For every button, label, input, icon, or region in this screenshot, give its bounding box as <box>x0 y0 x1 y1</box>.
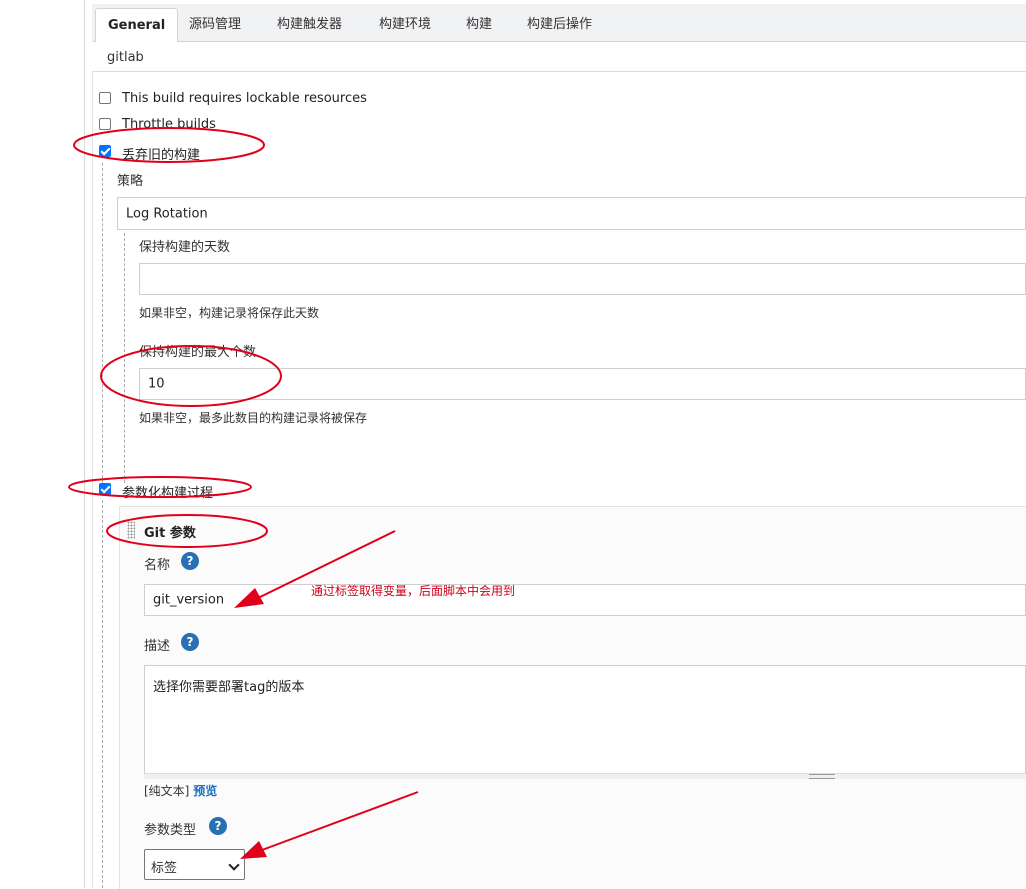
discard-old-builds-label: 丢弃旧的构建 <box>122 148 201 163</box>
param-type-label: 参数类型 <box>144 823 197 838</box>
days-to-keep-input[interactable] <box>139 263 1026 295</box>
param-type-value: 标签 <box>151 861 178 876</box>
max-builds-hint: 如果非空，最多此数目的构建记录将被保存 <box>139 411 368 425</box>
tab-build-environment[interactable]: 构建环境 <box>367 8 443 41</box>
git-parameter-title: Git 参数 <box>144 526 196 541</box>
help-icon[interactable]: ? <box>181 633 199 651</box>
tab-build-triggers[interactable]: 构建触发器 <box>265 8 354 41</box>
lockable-resources-label: This build requires lockable resources <box>122 91 367 106</box>
param-name-input[interactable]: git_version <box>144 584 1026 616</box>
preview-link[interactable]: 预览 <box>193 784 217 798</box>
help-icon[interactable]: ? <box>209 817 227 835</box>
param-type-select[interactable]: 标签 <box>144 849 245 880</box>
strategy-section-guide <box>124 233 125 483</box>
strategy-value: Log Rotation <box>126 206 208 221</box>
annotation-text: 通过标签取得变量，后面脚本中会用到 <box>311 584 516 598</box>
param-description-value: 选择你需要部署tag的版本 <box>153 680 305 695</box>
param-name-label: 名称 <box>144 558 171 573</box>
nested-section-guide <box>102 163 103 483</box>
format-prefix: [纯文本] <box>144 784 190 798</box>
resize-grip-icon[interactable] <box>809 774 835 779</box>
chevron-down-icon <box>228 859 240 871</box>
help-icon[interactable]: ? <box>181 552 199 570</box>
max-builds-label: 保持构建的最大个数 <box>139 345 257 360</box>
throttle-builds-label: Throttle builds <box>122 117 216 132</box>
strategy-select[interactable]: Log Rotation <box>117 197 1026 230</box>
tab-general[interactable]: General <box>95 8 179 43</box>
tab-post-build[interactable]: 构建后操作 <box>515 8 604 41</box>
config-tab-bar: General 源码管理 构建触发器 构建环境 构建 构建后操作 <box>92 4 1026 43</box>
days-to-keep-hint: 如果非空，构建记录将保存此天数 <box>139 306 320 320</box>
strategy-label: 策略 <box>117 174 144 189</box>
max-builds-input[interactable]: 10 <box>139 368 1026 400</box>
format-line: [纯文本] 预览 <box>144 782 217 799</box>
max-builds-value: 10 <box>148 376 165 392</box>
page-frame-line <box>92 40 93 888</box>
lockable-resources-checkbox[interactable] <box>99 92 111 104</box>
parameterized-build-checkbox[interactable] <box>99 483 111 495</box>
tab-source-code[interactable]: 源码管理 <box>177 8 253 41</box>
tab-build[interactable]: 构建 <box>454 8 504 41</box>
param-description-textarea[interactable]: 选择你需要部署tag的版本 <box>144 665 1026 774</box>
param-description-label: 描述 <box>144 639 171 654</box>
drag-handle-icon[interactable] <box>127 521 135 539</box>
textarea-resize-bar[interactable] <box>144 773 1026 779</box>
discard-old-builds-checkbox[interactable] <box>99 145 111 157</box>
days-to-keep-label: 保持构建的天数 <box>139 240 231 255</box>
throttle-builds-checkbox[interactable] <box>99 118 111 130</box>
description-field[interactable]: gitlab <box>92 42 1026 72</box>
parameterized-build-label: 参数化构建过程 <box>122 486 214 501</box>
param-name-value: git_version <box>153 592 225 608</box>
page-gutter-line <box>84 0 85 888</box>
param-section-guide <box>102 500 103 888</box>
description-value: gitlab <box>107 50 144 65</box>
